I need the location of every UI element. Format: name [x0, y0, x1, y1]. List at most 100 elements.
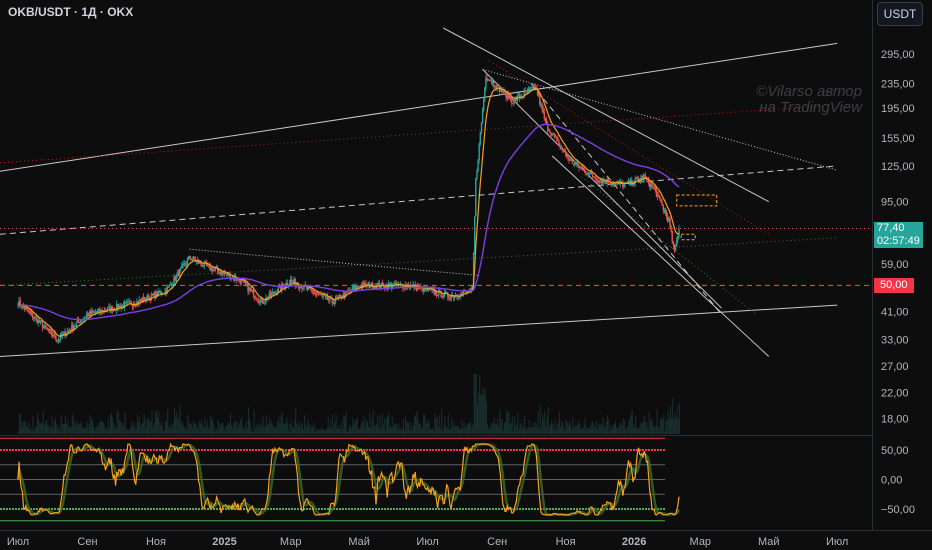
volume-bar [177, 418, 179, 434]
volume-bar [59, 430, 61, 434]
candle-body [651, 183, 653, 187]
volume-bar [455, 425, 457, 434]
volume-bar [326, 427, 328, 434]
volume-bar [666, 419, 668, 434]
volume-bar [545, 426, 547, 434]
volume-bar [52, 427, 54, 434]
volume-bar [341, 421, 343, 434]
candle-body [479, 132, 481, 144]
candle-body [263, 302, 265, 304]
volume-bar [99, 421, 101, 434]
volume-bar [342, 429, 344, 434]
volume-bar [337, 427, 339, 434]
volume-bar [670, 406, 671, 434]
volume-bar [643, 420, 645, 434]
volume-bar [592, 422, 594, 434]
volume-bar [228, 423, 230, 434]
volume-bar [195, 424, 197, 434]
volume-bar [131, 421, 133, 434]
volume-bar [430, 429, 432, 434]
volume-bar [315, 431, 317, 434]
volume-bar [321, 426, 322, 434]
volume-bar [450, 428, 451, 434]
volume-bar [525, 429, 527, 434]
volume-bar [386, 417, 388, 434]
volume-bar [127, 430, 129, 434]
volume-bar [289, 423, 291, 434]
volume-bar [359, 429, 361, 434]
volume-bar [612, 424, 614, 434]
currency-button[interactable]: USDT [877, 2, 923, 26]
volume-bar [62, 424, 64, 434]
volume-bar [162, 430, 164, 434]
volume-bar [387, 415, 389, 434]
volume-bar [170, 427, 172, 434]
volume-bar [420, 426, 422, 434]
volume-bar [186, 429, 188, 434]
volume-bar [654, 426, 656, 434]
volume-bar [624, 420, 625, 434]
volume-bar [119, 420, 120, 434]
candle-body [189, 256, 191, 258]
volume-bar [221, 423, 223, 434]
volume-bar [562, 422, 564, 434]
volume-bar [306, 426, 308, 434]
volume-bar [369, 412, 371, 434]
volume-bar [611, 427, 613, 434]
volume-bar [40, 423, 42, 434]
candle-body [653, 187, 655, 189]
volume-bar [509, 424, 511, 434]
volume-bar [453, 421, 455, 434]
volume-bar [618, 428, 620, 434]
volume-bar [169, 424, 171, 434]
volume-bar [126, 429, 128, 434]
candle-body [571, 159, 574, 164]
candle-body [558, 140, 560, 147]
volume-bar [94, 430, 96, 434]
volume-bar [301, 423, 303, 434]
candle-body [449, 298, 451, 300]
volume-bar [416, 410, 418, 434]
volume-bar [22, 422, 24, 434]
volume-bar [226, 425, 228, 434]
candle-body [486, 78, 488, 80]
volume-bar [538, 428, 540, 434]
candle-body [287, 284, 290, 286]
volume-bar [188, 421, 190, 434]
volume-bar [331, 427, 333, 434]
volume-bar [292, 427, 294, 434]
volume-bar [281, 412, 283, 434]
volume-bar [372, 410, 374, 434]
candle-body [177, 272, 180, 277]
watermark: ©Vilarso автор на TradingView [722, 84, 862, 116]
symbol-title[interactable]: OKB/USDT · 1Д · OKX [8, 5, 133, 19]
volume-bar [595, 420, 597, 434]
candle-body [212, 269, 214, 272]
candle-body [222, 271, 224, 274]
volume-bar [523, 426, 524, 434]
volume-bar [647, 428, 649, 434]
volume-bar [668, 420, 670, 434]
volume-bar [122, 426, 124, 434]
volume-bar [114, 426, 116, 434]
volume-bar [407, 423, 409, 434]
candle-body [77, 320, 80, 322]
candle-body [286, 283, 288, 285]
volume-bar [346, 431, 348, 434]
time-axis-label: Мар [690, 536, 712, 548]
volume-bar [220, 426, 221, 434]
volume-bar [492, 423, 494, 434]
volume-bar [542, 414, 544, 434]
volume-bar [142, 422, 144, 434]
watermark-line2: на TradingView [759, 99, 862, 116]
volume-bar [586, 427, 588, 434]
volume-bar [524, 415, 526, 434]
volume-bar [332, 414, 334, 434]
candle-body [489, 79, 492, 81]
candle-body [369, 286, 371, 288]
volume-bar [483, 395, 485, 434]
volume-bar [557, 421, 559, 434]
candle-body [31, 312, 34, 318]
volume-bar [368, 426, 370, 434]
candle-body [293, 278, 295, 282]
